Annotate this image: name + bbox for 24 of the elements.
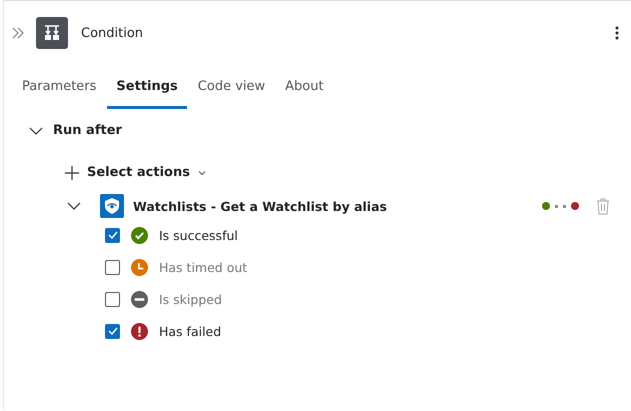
shield-eye-icon (100, 194, 124, 218)
status-label: Has failed (159, 324, 222, 338)
select-actions-button[interactable]: Select actions (87, 165, 190, 180)
panel-title: Condition (81, 26, 144, 40)
expand-icon[interactable] (12, 27, 24, 39)
checkbox[interactable] (105, 324, 120, 338)
check-icon (108, 327, 118, 335)
check-icon (108, 231, 118, 239)
checkbox[interactable] (105, 292, 120, 306)
section-title: Run after (53, 123, 122, 138)
action-title: Watchlists - Get a Watchlist by alias (133, 198, 387, 214)
tab[interactable]: About (276, 67, 333, 109)
tab[interactable]: Parameters (13, 67, 106, 109)
status-label: Is successful (159, 228, 238, 242)
more-icon[interactable] (615, 26, 619, 40)
status-label: Has timed out (159, 260, 248, 274)
tab[interactable]: Code view (188, 67, 274, 109)
condition-icon (36, 17, 68, 49)
checkbox[interactable] (105, 260, 120, 274)
tab[interactable]: Settings (107, 67, 187, 109)
caret-icon (198, 170, 206, 176)
plus-icon[interactable] (65, 166, 79, 180)
status-label: Is skipped (159, 292, 222, 306)
checkbox[interactable] (105, 228, 120, 242)
